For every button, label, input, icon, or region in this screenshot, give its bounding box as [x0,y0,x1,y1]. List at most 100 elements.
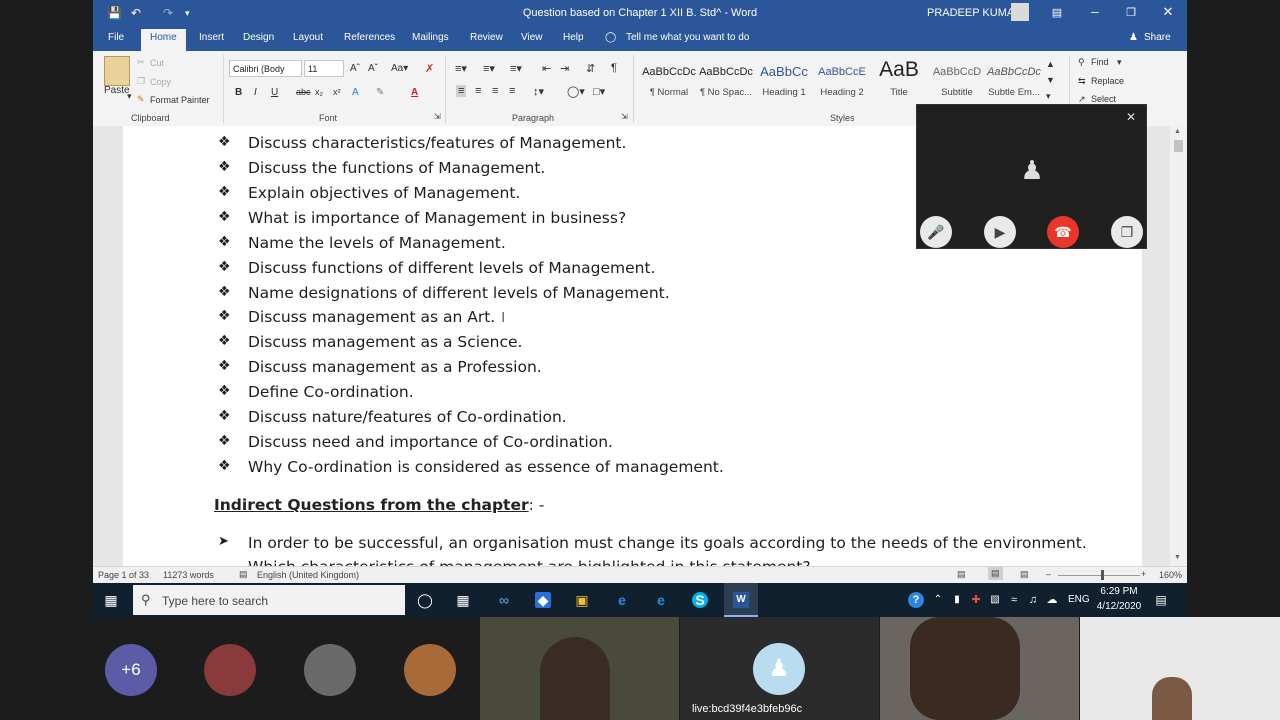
list-item[interactable]: ❖ Discuss management as an Art. I [218,308,505,326]
close-icon[interactable]: ✕ [1158,4,1178,20]
cut-button[interactable]: Cut [150,58,164,68]
align-left-icon[interactable]: ≡ [456,85,467,97]
list-item[interactable]: ❖ Why Co-ordination is considered as esse… [218,458,724,476]
list-item[interactable]: ❖ Name the levels of Management. [218,234,506,252]
hang-up-icon[interactable]: ☎ [1047,216,1079,248]
zoom-slider-thumb[interactable] [1101,570,1104,580]
cloud-icon[interactable]: ☁ [1044,592,1060,608]
subscript-button[interactable]: x₂ [315,87,323,97]
participant-video-tile[interactable] [1080,617,1280,720]
participant-avatar[interactable] [304,644,356,696]
style-subtitle[interactable]: AaBbCcD Subtitle [929,59,985,103]
highlight-icon[interactable]: ✎ [376,87,384,98]
proofing-icon[interactable]: ▤ [239,569,248,580]
paste-button[interactable]: Paste [104,85,130,96]
bold-button[interactable]: B [235,87,242,98]
shrink-font-icon[interactable]: Aˇ [368,63,378,74]
cortana-icon[interactable]: ◯ [417,592,433,608]
format-painter-button[interactable]: Format Painter [150,95,210,105]
list-item[interactable]: ❖ Discuss the functions of Management. [218,159,545,177]
superscript-button[interactable]: x² [333,87,341,97]
edge-icon[interactable]: e [614,592,630,608]
antivirus-icon[interactable]: ✚ [968,592,984,608]
paragraph-dialog-launcher-icon[interactable]: ⇲ [621,112,628,121]
tab-file[interactable]: File [108,32,124,43]
zoom-in-icon[interactable]: + [1141,569,1146,579]
web-layout-icon[interactable]: ▤ [1020,569,1029,580]
store-app-icon[interactable]: ◆ [535,592,551,608]
style-normal[interactable]: AaBbCcDc ¶ Normal [641,59,697,103]
tell-me-search[interactable]: Tell me what you want to do [626,32,749,43]
grow-font-icon[interactable]: Aˆ [350,63,360,74]
replace-icon[interactable]: ⇆ [1078,76,1086,87]
tab-design[interactable]: Design [243,32,274,43]
styles-scroll-up-icon[interactable]: ▲ [1046,59,1055,69]
font-color-icon[interactable]: A [411,87,418,98]
list-item[interactable]: ❖ Discuss need and importance of Co-ordin… [218,433,613,451]
list-item[interactable]: ❖ Discuss management as a Profession. [218,358,542,376]
increase-indent-icon[interactable]: ⇥ [560,62,569,75]
skype-icon[interactable]: S [692,592,708,608]
zoom-out-icon[interactable]: – [1046,569,1051,579]
page-count[interactable]: Page 1 of 33 [98,570,149,580]
ribbon-display-icon[interactable]: ▤ [1047,6,1067,19]
internet-explorer-icon[interactable]: e [653,592,669,608]
tab-mailings[interactable]: Mailings [412,32,449,43]
list-item[interactable]: ❖ Discuss characteristics/features of Man… [218,134,626,152]
clock-time[interactable]: 6:29 PM [1099,586,1139,597]
find-button[interactable]: Find [1091,57,1109,67]
format-painter-icon[interactable]: ✎ [137,94,145,105]
find-icon[interactable]: ⚲ [1078,57,1085,68]
tab-review[interactable]: Review [470,32,503,43]
video-camera-icon[interactable]: ▶ [984,216,1016,248]
share-button[interactable]: Share [1144,32,1171,43]
clock-date[interactable]: 4/12/2020 [1096,601,1142,612]
cut-icon[interactable]: ✂ [137,57,145,68]
copy-icon[interactable]: ❐ [137,76,145,87]
bullets-icon[interactable]: ≡▾ [455,62,467,75]
style-no-spacing[interactable]: AaBbCcDc ¶ No Spac... [698,59,754,103]
align-right-icon[interactable]: ≡ [492,85,498,97]
decrease-indent-icon[interactable]: ⇤ [542,62,551,75]
clear-formatting-icon[interactable]: ✗ [425,62,434,75]
list-item[interactable]: ❖ Discuss nature/features of Co-ordinatio… [218,408,567,426]
list-item[interactable]: ❖ Discuss management as a Science. [218,333,522,351]
tab-references[interactable]: References [344,32,395,43]
scroll-down-icon[interactable]: ▼ [1174,554,1181,561]
wifi-icon[interactable]: ≈ [1006,592,1022,608]
taskbar-search[interactable]: ⚲ Type here to search [133,585,405,615]
participant-video-tile[interactable] [880,617,1079,720]
font-dialog-launcher-icon[interactable]: ⇲ [434,112,441,121]
infinity-app-icon[interactable]: ∞ [496,592,512,608]
share-icon[interactable]: ♟ [1129,32,1138,43]
usb-icon[interactable]: ▧ [987,592,1003,608]
task-view-icon[interactable]: ▦ [455,592,471,608]
change-case-icon[interactable]: Aa▾ [391,63,408,74]
microphone-icon[interactable]: 🎤 [920,216,952,248]
find-dropdown-icon[interactable]: ▾ [1117,57,1122,68]
help-icon[interactable]: ? [908,592,924,608]
user-name[interactable]: PRADEEP KUMAR [927,7,1022,19]
paste-dropdown-icon[interactable]: ▾ [127,91,132,102]
more-participants-badge[interactable]: +6 [105,644,157,696]
shading-icon[interactable]: ◯▾ [567,85,585,98]
list-item[interactable]: ❖ Define Co-ordination. [218,383,414,401]
justify-icon[interactable]: ≡ [509,85,515,97]
section-heading[interactable]: Indirect Questions from the chapter: - [214,496,544,514]
file-explorer-icon[interactable]: ▣ [574,592,590,608]
participant-avatar[interactable] [204,644,256,696]
user-avatar[interactable] [1011,3,1029,21]
paste-icon[interactable] [104,56,130,86]
borders-icon[interactable]: □▾ [593,85,605,98]
input-language[interactable]: ENG [1068,594,1090,605]
expand-window-icon[interactable]: ❐ [1111,216,1143,248]
multilevel-list-icon[interactable]: ≡▾ [510,62,522,75]
style-title[interactable]: AaB Title [871,58,927,103]
font-name-select[interactable]: Calibri (Body [229,60,302,77]
battery-icon[interactable]: ▮ [949,592,965,608]
list-item[interactable]: ❖ Name designations of different levels o… [218,284,670,302]
list-item[interactable]: ❖ Discuss functions of different levels o… [218,259,655,277]
sort-icon[interactable]: ⇵ [586,62,595,75]
vertical-scrollbar[interactable]: ▲ ▼ [1170,126,1187,566]
zoom-slider[interactable] [1058,575,1140,576]
